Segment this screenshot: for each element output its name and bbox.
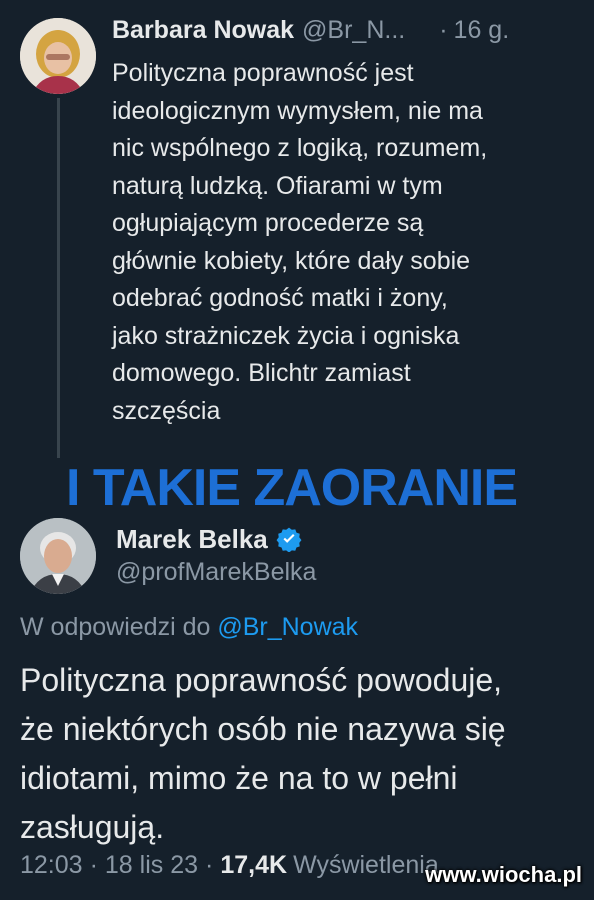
quoted-tweet: Barbara Nowak @Br_N... · 16 g. Polityczn… (0, 0, 594, 460)
author-avatar[interactable] (20, 518, 96, 594)
author-name[interactable]: Barbara Nowak (112, 16, 294, 45)
separator-dot: · (89, 851, 98, 879)
avatar-photo-icon (20, 518, 96, 594)
overlay-caption: I TAKIE ZAORANIE (66, 459, 518, 517)
author-avatar[interactable] (20, 18, 96, 94)
tweet-date[interactable]: 18 lis 23 (105, 851, 198, 880)
tweet-text-line: nic wspólnego z logiką, rozumem, (112, 134, 488, 162)
tweet-text-line: ideologicznym wymysłem, nie ma (112, 96, 483, 125)
author-handle[interactable]: @Br_N... (302, 16, 405, 45)
tweet-text-line: Polityczna poprawność jest (112, 59, 414, 87)
views-count[interactable]: 17,4K (220, 851, 287, 880)
author-handle[interactable]: @profMarekBelka (116, 558, 316, 587)
tweet-time[interactable]: 16 g. (454, 16, 510, 45)
site-watermark: www.wiocha.pl (425, 862, 582, 887)
reply-mention-link[interactable]: @Br_Nowak (217, 613, 358, 641)
tweet-text-line: zasługują. (20, 809, 165, 845)
tweet-header: Barbara Nowak @Br_N... · 16 g. (112, 16, 509, 50)
tweet-metadata: 12:03 · 18 lis 23 · 17,4K Wyświetlenia (20, 851, 439, 880)
tweet-author-row: Marek Belka (116, 521, 302, 557)
avatar-photo-icon (20, 18, 96, 94)
tweet-text-line: jako strażniczek życia i ogniska (112, 321, 460, 350)
tweet-text: Polityczna poprawność powoduje, że niekt… (20, 656, 580, 852)
tweet-text-line: naturą ludzką. Ofiarami w tym (112, 171, 443, 200)
tweet-text-line: głównie kobiety, które dały sobie (112, 246, 471, 275)
tweet-text-line: idiotami, mimo że na to w pełni (20, 760, 458, 796)
views-label: Wyświetlenia (293, 851, 439, 879)
reply-context: W odpowiedzi do @Br_Nowak (20, 613, 358, 642)
separator-dot: · (205, 851, 214, 879)
author-name[interactable]: Marek Belka (116, 524, 268, 555)
tweet-time[interactable]: 12:03 (20, 851, 83, 880)
tweet-text-line: szczęścia (112, 396, 221, 425)
reply-prefix: W odpowiedzi do (20, 613, 211, 641)
tweet-text-line: że niektórych osób nie nazywa się (20, 711, 506, 747)
tweet-text-line: odebrać godność matki i żony, (112, 284, 448, 312)
tweet-text-line: domowego. Blichtr zamiast (112, 359, 411, 387)
tweet-text-line: ogłupiającym procederze są (112, 209, 424, 237)
tweet-text: Polityczna poprawność jest ideologicznym… (112, 55, 572, 430)
separator-dot: · (439, 16, 448, 44)
tweet-text-line: Polityczna poprawność powoduje, (20, 662, 503, 698)
thread-connector-line (57, 98, 60, 458)
verified-badge-icon (276, 527, 302, 552)
